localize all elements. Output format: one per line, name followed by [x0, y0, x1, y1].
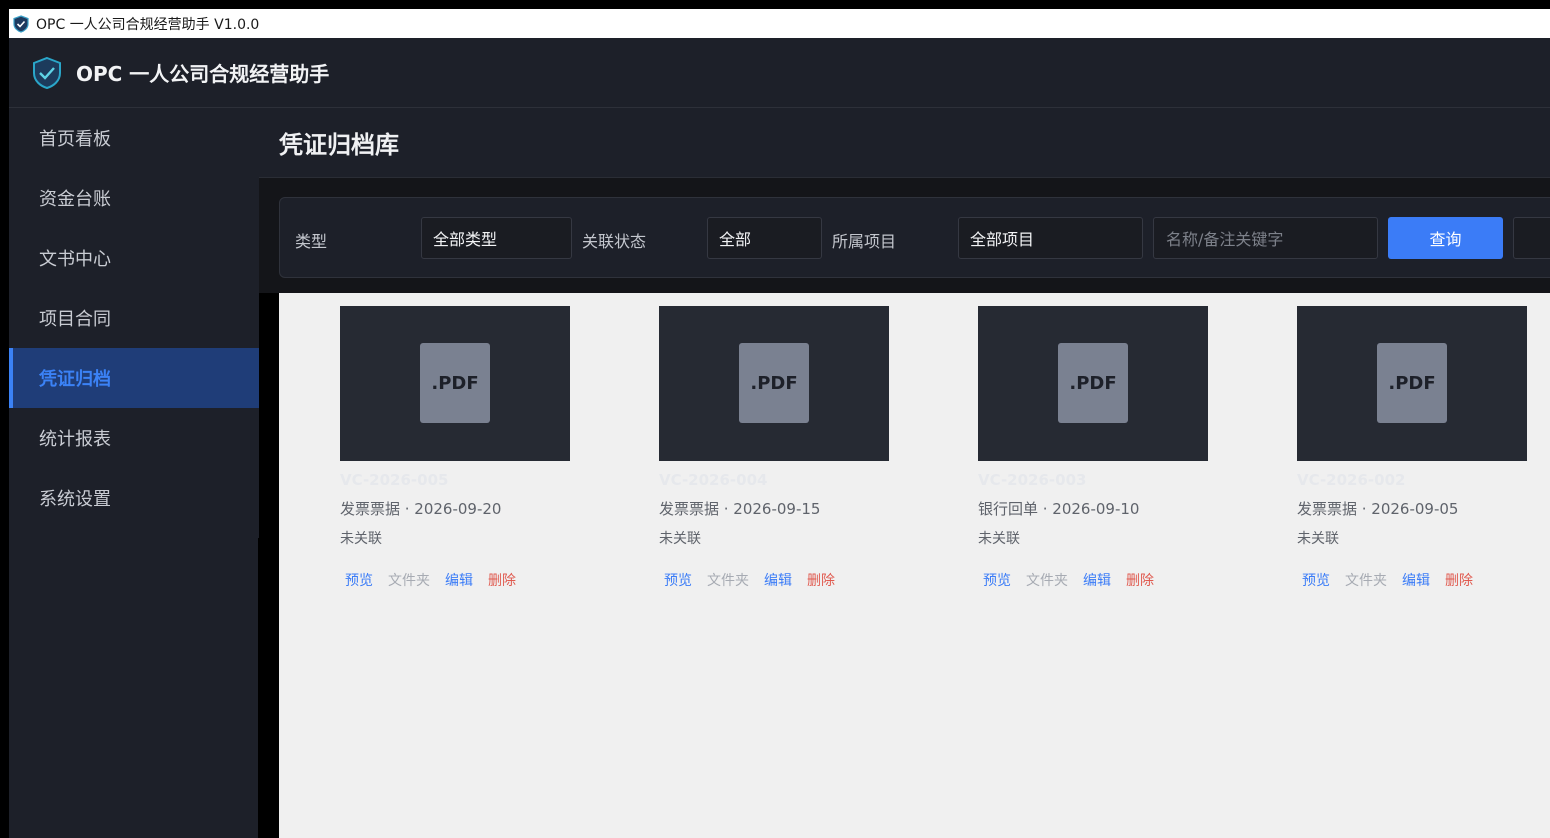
keyword-input[interactable]: 名称/备注关键字 [1153, 217, 1378, 259]
pdf-file-icon: .PDF [1377, 343, 1447, 423]
card-actions: 预览 文件夹 编辑 删除 [1297, 570, 1527, 590]
voucher-code: VC-2026-004 [659, 471, 768, 489]
voucher-code: VC-2026-003 [978, 471, 1087, 489]
delete-button[interactable]: 删除 [1126, 570, 1154, 590]
voucher-meta: 银行回单 · 2026-09-10 [978, 500, 1140, 518]
voucher-card[interactable]: .PDF VC-2026-005 发票票据 · 2026-09-20 未关联 预… [340, 306, 570, 590]
shield-logo-icon [31, 56, 63, 90]
voucher-meta: 发票票据 · 2026-09-15 [659, 500, 821, 518]
page-header: 凭证归档库 [259, 108, 1550, 178]
voucher-status: 未关联 [978, 531, 1020, 547]
edit-button[interactable]: 编辑 [1402, 570, 1430, 590]
delete-button[interactable]: 删除 [807, 570, 835, 590]
app-header: OPC 一人公司合规经营助手 [9, 38, 1550, 108]
reset-button[interactable] [1513, 217, 1550, 259]
folder-button[interactable]: 文件夹 [388, 570, 430, 590]
pdf-file-icon: .PDF [739, 343, 809, 423]
pdf-file-icon: .PDF [1058, 343, 1128, 423]
voucher-grid: .PDF VC-2026-005 发票票据 · 2026-09-20 未关联 预… [279, 293, 1550, 838]
type-label: 类型 [295, 232, 328, 251]
delete-button[interactable]: 删除 [1445, 570, 1473, 590]
card-actions: 预览 文件夹 编辑 删除 [659, 570, 889, 590]
sidebar-item-reports[interactable]: 统计报表 [9, 408, 259, 468]
app-name: OPC 一人公司合规经营助手 [76, 62, 330, 86]
voucher-card[interactable]: .PDF VC-2026-002 发票票据 · 2026-09-05 未关联 预… [1297, 306, 1527, 590]
voucher-thumbnail[interactable]: .PDF [340, 306, 570, 461]
voucher-thumbnail[interactable]: .PDF [978, 306, 1208, 461]
voucher-meta: 发票票据 · 2026-09-20 [340, 500, 502, 518]
voucher-status: 未关联 [659, 531, 701, 547]
preview-button[interactable]: 预览 [345, 570, 373, 590]
preview-button[interactable]: 预览 [1302, 570, 1330, 590]
sidebar-item-settings[interactable]: 系统设置 [9, 468, 259, 528]
page-title: 凭证归档库 [279, 131, 399, 159]
type-select[interactable]: 全部类型 [421, 217, 572, 259]
voucher-thumbnail[interactable]: .PDF [1297, 306, 1527, 461]
sidebar-item-vouchers[interactable]: 凭证归档 [9, 348, 259, 408]
preview-button[interactable]: 预览 [664, 570, 692, 590]
sidebar-item-dashboard[interactable]: 首页看板 [9, 108, 259, 168]
card-actions: 预览 文件夹 编辑 删除 [340, 570, 570, 590]
folder-button[interactable]: 文件夹 [1345, 570, 1387, 590]
edit-button[interactable]: 编辑 [1083, 570, 1111, 590]
project-label: 所属项目 [832, 232, 897, 251]
delete-button[interactable]: 删除 [488, 570, 516, 590]
window-title-bar: OPC 一人公司合规经营助手 V1.0.0 [9, 9, 1550, 38]
project-select[interactable]: 全部项目 [958, 217, 1143, 259]
voucher-meta: 发票票据 · 2026-09-05 [1297, 500, 1459, 518]
voucher-code: VC-2026-002 [1297, 471, 1406, 489]
voucher-card[interactable]: .PDF VC-2026-004 发票票据 · 2026-09-15 未关联 预… [659, 306, 889, 590]
card-actions: 预览 文件夹 编辑 删除 [978, 570, 1208, 590]
voucher-thumbnail[interactable]: .PDF [659, 306, 889, 461]
status-select[interactable]: 全部 [707, 217, 822, 259]
preview-button[interactable]: 预览 [983, 570, 1011, 590]
sidebar-item-contracts[interactable]: 项目合同 [9, 288, 259, 348]
sidebar-item-ledger[interactable]: 资金台账 [9, 168, 259, 228]
voucher-status: 未关联 [340, 531, 382, 547]
edit-button[interactable]: 编辑 [445, 570, 473, 590]
voucher-card[interactable]: .PDF VC-2026-003 银行回单 · 2026-09-10 未关联 预… [978, 306, 1208, 590]
voucher-code: VC-2026-005 [340, 471, 449, 489]
sidebar-footer [9, 538, 258, 838]
voucher-status: 未关联 [1297, 531, 1339, 547]
search-button[interactable]: 查询 [1388, 217, 1503, 259]
folder-button[interactable]: 文件夹 [1026, 570, 1068, 590]
pdf-file-icon: .PDF [420, 343, 490, 423]
folder-button[interactable]: 文件夹 [707, 570, 749, 590]
edit-button[interactable]: 编辑 [764, 570, 792, 590]
filter-bar: 类型 全部类型 关联状态 全部 所属项目 全部项目 名称/备注关键字 查询 [279, 197, 1550, 278]
sidebar: 首页看板 资金台账 文书中心 项目合同 凭证归档 统计报表 系统设置 [9, 108, 259, 538]
window-title: OPC 一人公司合规经营助手 V1.0.0 [36, 16, 260, 33]
shield-icon [13, 14, 29, 33]
status-label: 关联状态 [582, 232, 647, 251]
sidebar-item-documents[interactable]: 文书中心 [9, 228, 259, 288]
